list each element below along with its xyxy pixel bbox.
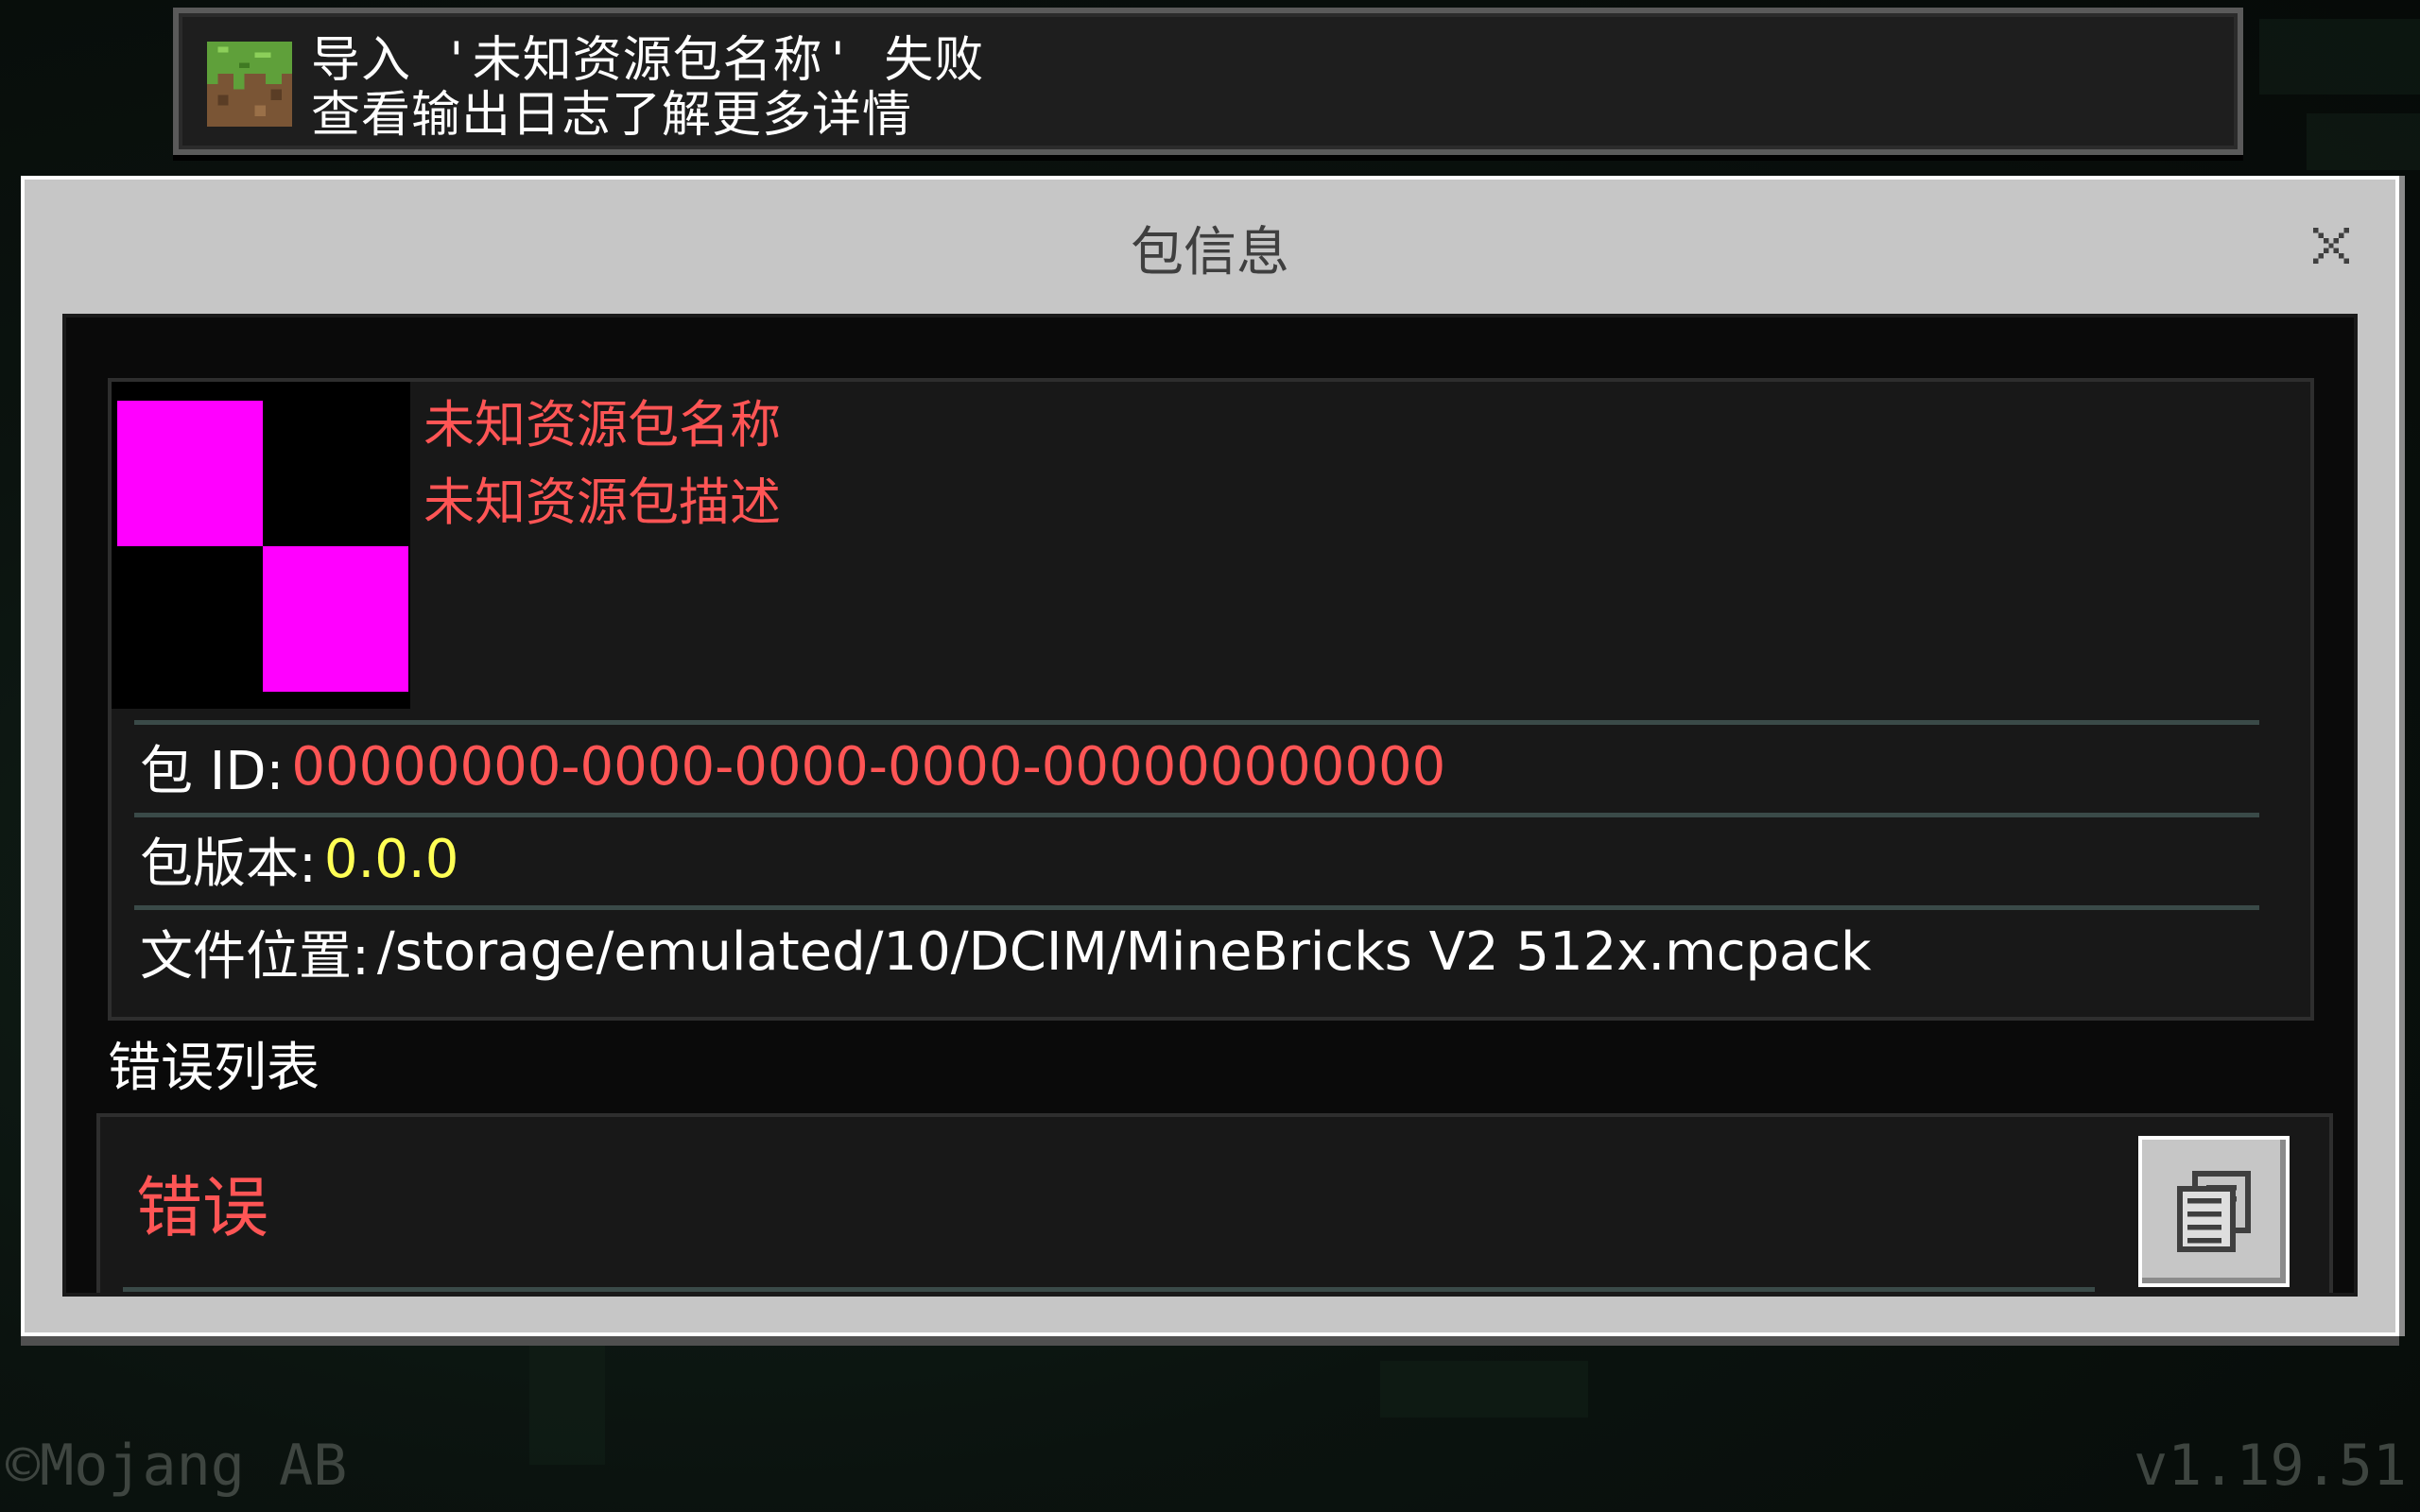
pack-description: 未知资源包描述 bbox=[424, 472, 781, 532]
close-icon bbox=[2313, 228, 2349, 264]
copy-button[interactable] bbox=[2138, 1136, 2290, 1287]
toast-message: 查看输出日志了解更多详情 bbox=[311, 87, 913, 144]
pack-version-row: 包版本: 0.0.0 bbox=[140, 816, 458, 902]
copy-clipboard-icon bbox=[2176, 1170, 2252, 1253]
error-item: 错误 bbox=[96, 1113, 2333, 1293]
close-button[interactable] bbox=[2305, 219, 2358, 272]
error-list-heading: 错误列表 bbox=[108, 1038, 320, 1099]
import-failed-toast: 导入 '未知资源包名称' 失败 查看输出日志了解更多详情 bbox=[173, 8, 2243, 155]
dialog-title: 包信息 bbox=[1131, 222, 1289, 284]
file-location-value: /storage/emulated/10/DCIM/MineBricks V2 … bbox=[376, 920, 1872, 983]
toast-title: 导入 '未知资源包名称' 失败 bbox=[311, 32, 985, 89]
pack-id-value: 00000000-0000-0000-0000-000000000000 bbox=[291, 735, 1446, 798]
copyright-text: ©Mojang AB bbox=[6, 1433, 348, 1499]
pack-id-row: 包 ID: 00000000-0000-0000-0000-0000000000… bbox=[140, 724, 1445, 809]
pack-id-label: 包 ID: bbox=[140, 740, 285, 802]
file-location-label: 文件位置: bbox=[140, 925, 370, 988]
missing-texture-icon bbox=[112, 382, 410, 709]
file-location-row: 文件位置: /storage/emulated/10/DCIM/MineBric… bbox=[140, 909, 1872, 994]
pack-version-label: 包版本: bbox=[140, 833, 317, 895]
pack-info-panel: 未知资源包名称 未知资源包描述 包 ID: 00000000-0000-0000… bbox=[108, 378, 2314, 1021]
error-title: 错误 bbox=[136, 1169, 268, 1246]
pack-name: 未知资源包名称 bbox=[424, 395, 781, 455]
pack-info-dialog: 包信息 未知资源包名称 未知资源包描述 包 ID: 00000000-0000-… bbox=[21, 176, 2399, 1336]
dialog-content[interactable]: 未知资源包名称 未知资源包描述 包 ID: 00000000-0000-0000… bbox=[62, 314, 2358, 1297]
pack-version-value: 0.0.0 bbox=[323, 828, 459, 890]
grass-block-icon bbox=[207, 42, 292, 127]
divider bbox=[123, 1287, 2095, 1292]
version-text: v1.19.51 bbox=[2134, 1433, 2407, 1499]
